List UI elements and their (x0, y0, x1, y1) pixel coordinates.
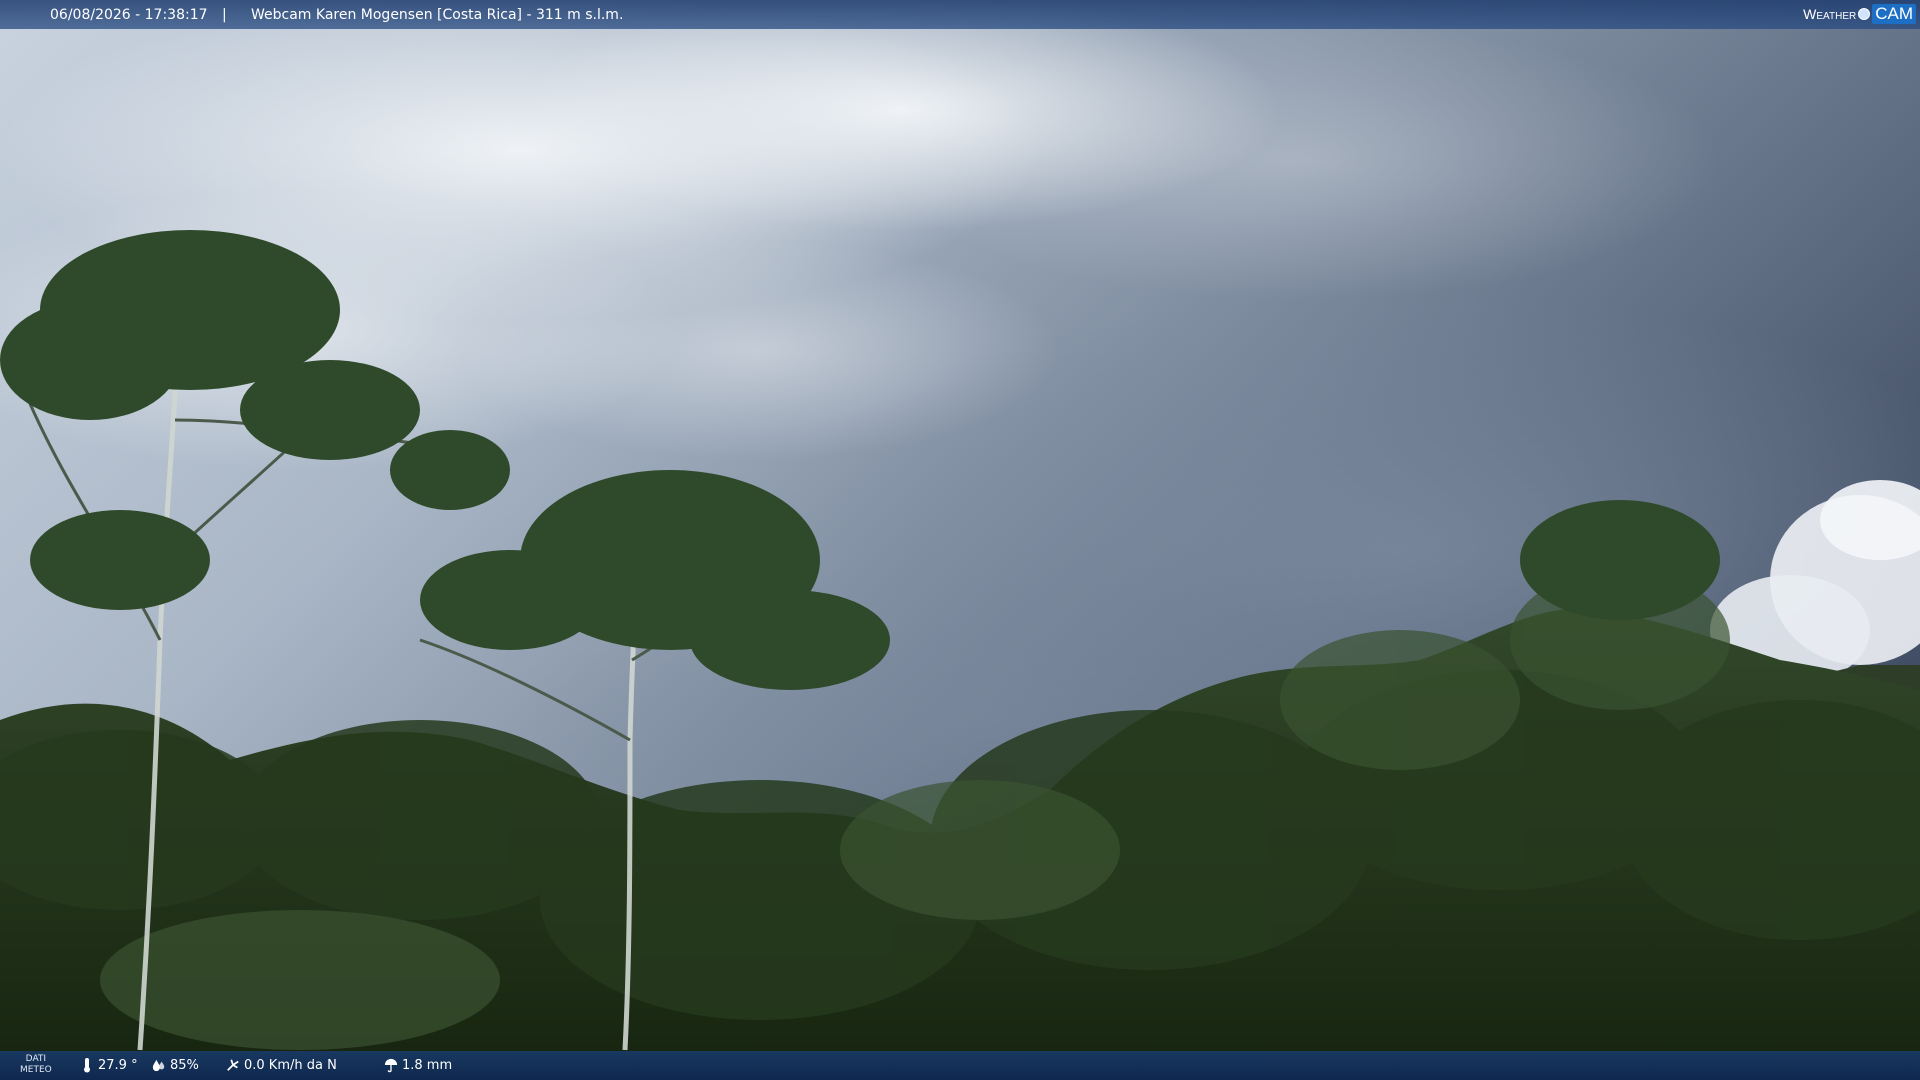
humidity-value: 85% (170, 1057, 199, 1073)
rain-reading: 1.8 mm (384, 1057, 452, 1073)
logo-dot-icon (1858, 8, 1871, 20)
temperature-value: 27.9 ° (98, 1057, 138, 1073)
dati-line2: METEO (20, 1065, 52, 1075)
logo-cam-text: CAM (1872, 4, 1916, 24)
wind-icon (227, 1059, 239, 1071)
dati-line1: DATI (25, 1054, 47, 1064)
webcam-scene (0, 0, 1920, 1080)
humidity-drop-icon (152, 1059, 165, 1072)
wind-reading: 0.0 Km/h da N (226, 1057, 337, 1073)
separator: | (222, 7, 227, 23)
rain-umbrella-icon (384, 1058, 398, 1073)
datetime-text: 06/08/2026 - 17:38:17 (50, 7, 208, 23)
wind-value: 0.0 Km/h da N (244, 1057, 337, 1073)
rain-value: 1.8 mm (402, 1057, 453, 1073)
thermometer-icon (84, 1058, 90, 1073)
temperature-reading: 27.9 ° (80, 1057, 138, 1073)
weather-data-bar: DATI METEO 27.9 ° 85% 0.0 Km/h da N 1.8 … (0, 1051, 1920, 1080)
dati-meteo-label: DATI METEO (20, 1054, 52, 1076)
weathercam-logo: Weather CAM (1803, 3, 1916, 25)
header-bar: 06/08/2026 - 17:38:17 | Webcam Karen Mog… (0, 0, 1920, 29)
humidity-reading: 85% (152, 1057, 199, 1073)
webcam-title: Webcam Karen Mogensen [Costa Rica] - 311… (251, 7, 624, 23)
logo-weather-text: Weather (1803, 6, 1857, 22)
